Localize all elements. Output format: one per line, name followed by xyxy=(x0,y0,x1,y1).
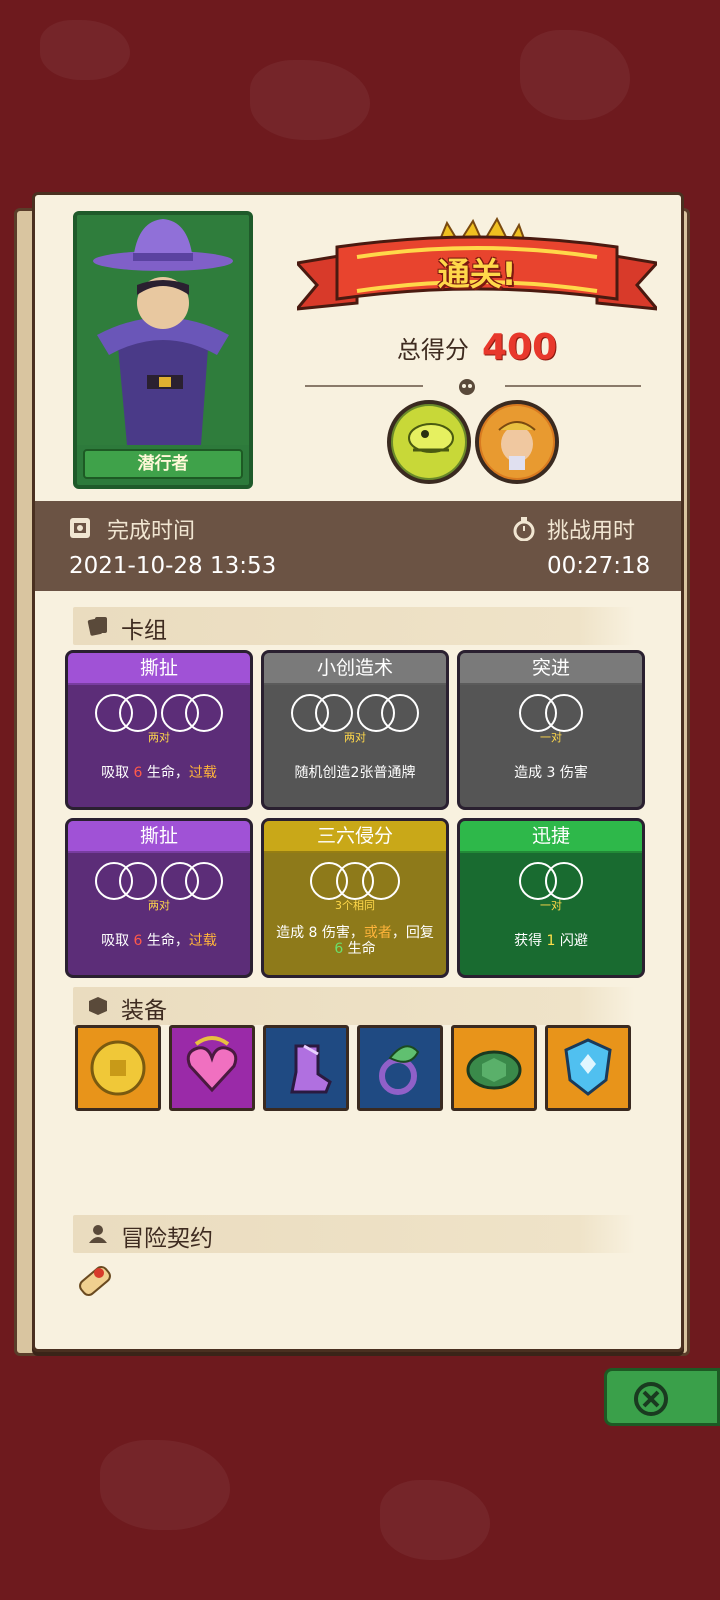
equipment-slot[interactable] xyxy=(75,1025,161,1111)
finish-time-label: 完成时间 xyxy=(107,519,196,544)
equipment-slot[interactable] xyxy=(545,1025,631,1111)
scroll-icon[interactable] xyxy=(69,1257,119,1307)
hero-portrait: 潜行者 xyxy=(73,211,253,489)
equipment-title: 装备 xyxy=(121,998,167,1024)
contract-title: 冒险契约 xyxy=(121,1226,213,1252)
boss-warrior-icon xyxy=(475,400,559,484)
deck-title: 卡组 xyxy=(121,618,167,644)
background-shape xyxy=(250,60,370,140)
equipment-section-header: 装备 xyxy=(73,987,635,1025)
card-description: 造成 3 伤害 xyxy=(514,765,588,781)
deck-card[interactable]: 撕扯 两对 吸取 6 生命，过载 xyxy=(65,818,253,978)
blue-shield-icon xyxy=(564,1038,612,1096)
hero-name: 潜行者 xyxy=(83,449,243,479)
stopwatch-icon xyxy=(513,517,535,541)
crystal-boot-icon xyxy=(290,1044,332,1094)
challenge-time-label: 挑战用时 xyxy=(547,519,636,544)
equipment-slot[interactable] xyxy=(169,1025,255,1111)
card-condition: 两对 xyxy=(148,899,170,912)
calendar-icon xyxy=(70,518,90,538)
background-shape xyxy=(40,20,130,80)
victory-title: 通关! xyxy=(437,255,517,293)
card-condition: 两对 xyxy=(344,731,366,744)
card-description: 吸取 6 生命，过载 xyxy=(101,765,217,781)
equipment-slot[interactable] xyxy=(451,1025,537,1111)
stats-bar: 完成时间 2021-10-28 13:53 挑战用时 00:27:18 xyxy=(35,501,681,591)
challenge-time-value: 00:27:18 xyxy=(547,553,651,579)
result-panel: 潜行者 通关! 总得分 400 完成时间 2021-10-28 13:53 挑战… xyxy=(32,192,684,1352)
background-shape xyxy=(380,1480,490,1560)
background-shape xyxy=(520,30,630,120)
deck-card[interactable]: 小创造术 两对 随机创造2张普通牌 xyxy=(261,650,449,810)
card-condition: 两对 xyxy=(148,731,170,744)
score-label: 总得分 xyxy=(396,336,469,364)
deck-card[interactable]: 迅捷 一对 获得 1 闪避 xyxy=(457,818,645,978)
card-name: 三六侵分 xyxy=(264,821,446,853)
deck-section-header: 卡组 xyxy=(73,607,635,645)
card-condition: 3个相同 xyxy=(335,899,375,912)
rogue-character-icon xyxy=(77,215,249,445)
background-shape xyxy=(100,1440,230,1530)
box-icon xyxy=(89,997,107,1015)
deck-card[interactable]: 突进 一对 造成 3 伤害 xyxy=(457,650,645,810)
card-name: 小创造术 xyxy=(264,653,446,685)
card-name: 突进 xyxy=(460,653,642,685)
heart-necklace-icon xyxy=(186,1036,238,1093)
person-icon xyxy=(89,1225,107,1243)
divider-left xyxy=(305,385,423,387)
deck-card[interactable]: 三六侵分 3个相同 造成 8 伤害，或者，回复 6 生命 xyxy=(261,818,449,978)
card-name: 撕扯 xyxy=(68,653,250,685)
card-name: 撕扯 xyxy=(68,821,250,853)
victory-banner: 通关! xyxy=(293,213,661,323)
card-description: 吸取 6 生命，过载 xyxy=(101,933,217,949)
card-name: 迅捷 xyxy=(460,821,642,853)
deck-card[interactable]: 撕扯 两对 吸取 6 生命，过载 xyxy=(65,650,253,810)
score-row: 总得分 400 xyxy=(297,327,657,368)
card-condition: 一对 xyxy=(540,731,562,744)
close-button[interactable] xyxy=(604,1368,720,1426)
leaf-ring-icon xyxy=(379,1045,420,1095)
card-description: 获得 1 闪避 xyxy=(514,933,588,949)
card-description: 造成 8 伤害，或者，回复 6 生命 xyxy=(276,925,434,957)
card-condition: 一对 xyxy=(540,899,562,912)
skull-emblem-icon xyxy=(459,379,475,395)
gold-coin-icon xyxy=(90,1040,146,1096)
cards-icon xyxy=(87,617,107,636)
equipment-slot[interactable] xyxy=(263,1025,349,1111)
contract-section-header: 冒险契约 xyxy=(73,1215,635,1253)
close-icon xyxy=(634,1382,668,1416)
finish-time-value: 2021-10-28 13:53 xyxy=(69,553,277,579)
boss-dinosaur-skeleton-icon xyxy=(387,400,471,484)
divider-right xyxy=(505,385,641,387)
equipment-slot[interactable] xyxy=(357,1025,443,1111)
turtle-shell-icon xyxy=(466,1050,522,1090)
card-description: 随机创造2张普通牌 xyxy=(294,765,416,781)
score-value: 400 xyxy=(481,327,558,368)
